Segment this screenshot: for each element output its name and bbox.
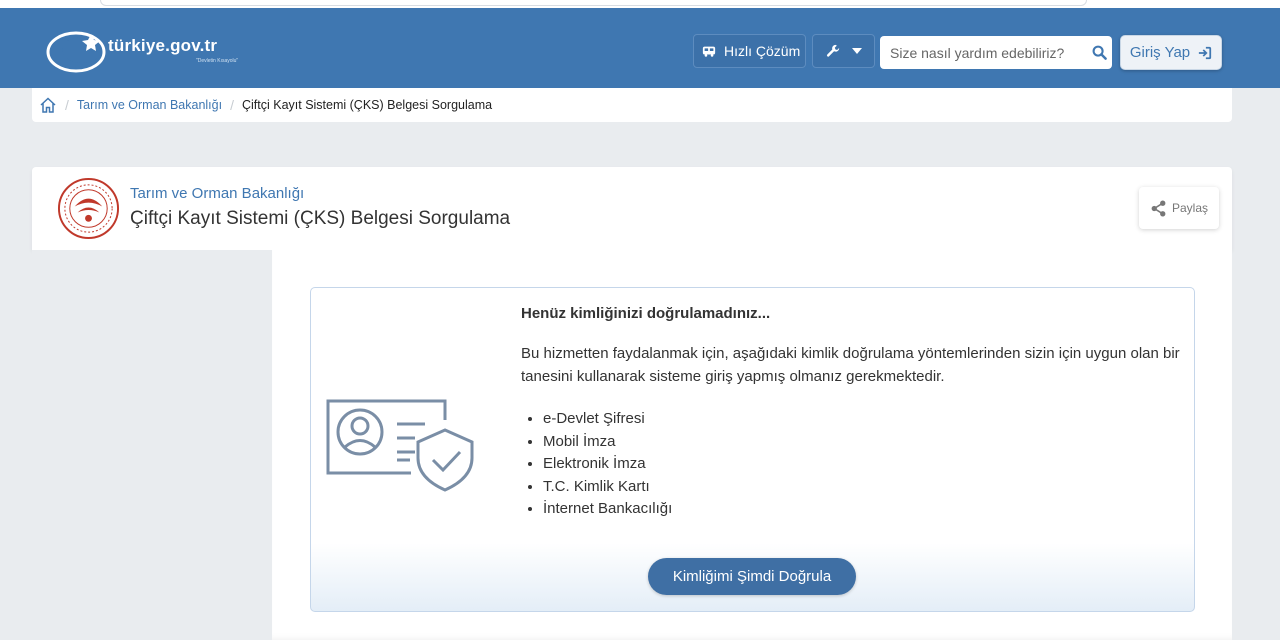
turkiye-gov-logo[interactable]: türkiye.gov.tr "Devletin Kısayolu" xyxy=(46,26,256,74)
ministry-name: Tarım ve Orman Bakanlığı xyxy=(130,185,305,202)
auth-method-item: Elektronik İmza xyxy=(543,453,672,476)
logo-text: türkiye.gov.tr xyxy=(108,36,218,55)
share-label: Paylaş xyxy=(1171,201,1209,215)
ministry-seal-icon xyxy=(57,177,120,240)
auth-heading: Henüz kimliğinizi doğrulamadınız... xyxy=(521,305,771,322)
auth-method-item: Mobil İmza xyxy=(543,431,672,454)
auth-method-item: İnternet Bankacılığı xyxy=(543,498,672,521)
page-title: Çiftçi Kayıt Sistemi (ÇKS) Belgesi Sorgu… xyxy=(130,208,511,229)
search-input[interactable] xyxy=(880,36,1090,69)
login-label: Giriş Yap xyxy=(1129,44,1191,61)
breadcrumb-ministry-link[interactable]: Tarım ve Orman Bakanlığı xyxy=(77,98,222,112)
identity-verification-box: Henüz kimliğinizi doğrulamadınız... Bu h… xyxy=(310,287,1195,612)
breadcrumb-current: Çiftçi Kayıt Sistemi (ÇKS) Belgesi Sorgu… xyxy=(241,98,493,112)
service-title-card: Tarım ve Orman Bakanlığı Çiftçi Kayıt Si… xyxy=(32,167,1232,250)
search-box xyxy=(880,36,1112,69)
auth-methods-list: e-Devlet Şifresi Mobil İmza Elektronik İ… xyxy=(521,408,672,521)
site-header: türkiye.gov.tr "Devletin Kısayolu" Hızlı… xyxy=(0,8,1280,88)
auth-method-item: e-Devlet Şifresi xyxy=(543,408,672,431)
logo-slogan: "Devletin Kısayolu" xyxy=(196,58,239,64)
share-button[interactable]: Paylaş xyxy=(1139,187,1219,229)
search-icon[interactable] xyxy=(1092,45,1107,60)
share-icon xyxy=(1151,200,1166,216)
logo-crescent-icon xyxy=(46,31,106,73)
chevron-down-icon xyxy=(851,48,862,54)
sign-in-icon xyxy=(1199,46,1212,59)
bus-icon xyxy=(702,46,716,57)
breadcrumb-separator: / xyxy=(230,97,234,113)
browser-top-strip xyxy=(0,0,1280,8)
id-card-shield-icon xyxy=(326,399,474,492)
breadcrumb: / Tarım ve Orman Bakanlığı / Çiftçi Kayı… xyxy=(32,88,1232,122)
browser-address-bar-edge xyxy=(100,0,1087,6)
auth-method-item: T.C. Kimlik Kartı xyxy=(543,476,672,499)
home-icon[interactable] xyxy=(39,96,57,114)
login-button[interactable]: Giriş Yap xyxy=(1120,35,1222,70)
quick-solution-button[interactable]: Hızlı Çözüm xyxy=(693,34,806,68)
verify-identity-button[interactable]: Kimliğimi Şimdi Doğrula xyxy=(648,558,856,595)
auth-description: Bu hizmetten faydalanmak için, aşağıdaki… xyxy=(521,345,1180,385)
breadcrumb-separator: / xyxy=(65,97,69,113)
quick-solution-label: Hızlı Çözüm xyxy=(724,43,801,59)
tools-dropdown-button[interactable] xyxy=(812,34,875,68)
left-sidebar xyxy=(32,250,272,640)
wrench-icon xyxy=(826,44,839,57)
